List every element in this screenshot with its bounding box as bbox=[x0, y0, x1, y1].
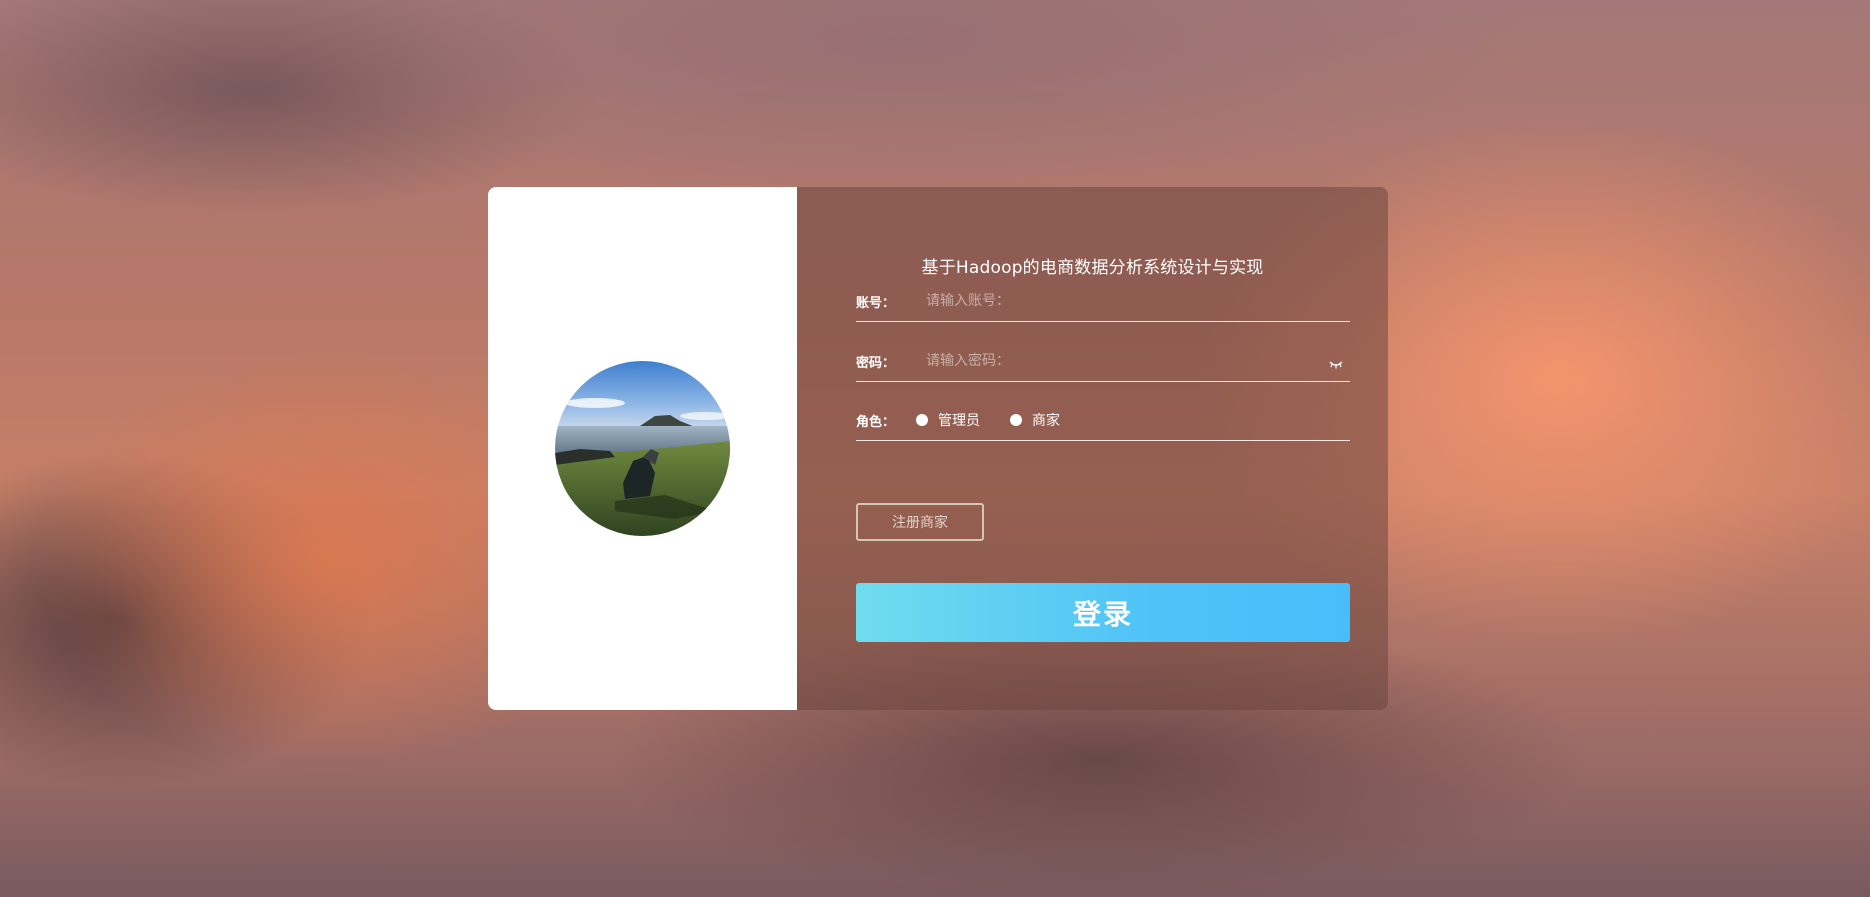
page-title: 基于Hadoop的电商数据分析系统设计与实现 bbox=[921, 258, 1264, 278]
left-panel bbox=[488, 187, 797, 710]
login-card: 基于Hadoop的电商数据分析系统设计与实现 账号： 密码： 角色： bbox=[488, 187, 1388, 710]
role-option-admin[interactable]: 管理员 bbox=[916, 410, 980, 430]
login-form-panel: 基于Hadoop的电商数据分析系统设计与实现 账号： 密码： 角色： bbox=[797, 187, 1388, 710]
role-option-label: 商家 bbox=[1032, 413, 1060, 429]
role-option-label: 管理员 bbox=[938, 413, 980, 429]
account-label: 账号： bbox=[856, 296, 896, 311]
account-input[interactable] bbox=[924, 287, 1328, 315]
register-merchant-button[interactable]: 注册商家 bbox=[856, 503, 984, 541]
radio-button[interactable] bbox=[1010, 414, 1022, 426]
role-radio-group: 管理员 商家 bbox=[916, 410, 1090, 430]
role-label: 角色： bbox=[856, 415, 896, 430]
account-row: 账号： bbox=[856, 283, 1350, 322]
password-label: 密码： bbox=[856, 356, 896, 371]
role-row: 角色： 管理员 商家 bbox=[856, 402, 1350, 441]
password-row: 密码： bbox=[856, 343, 1350, 382]
login-button[interactable]: 登录 bbox=[856, 583, 1350, 642]
radio-button[interactable] bbox=[916, 414, 928, 426]
eye-closed-icon[interactable] bbox=[1328, 355, 1344, 369]
password-input[interactable] bbox=[924, 347, 1328, 375]
role-option-merchant[interactable]: 商家 bbox=[1010, 410, 1060, 430]
avatar-image bbox=[555, 361, 730, 536]
